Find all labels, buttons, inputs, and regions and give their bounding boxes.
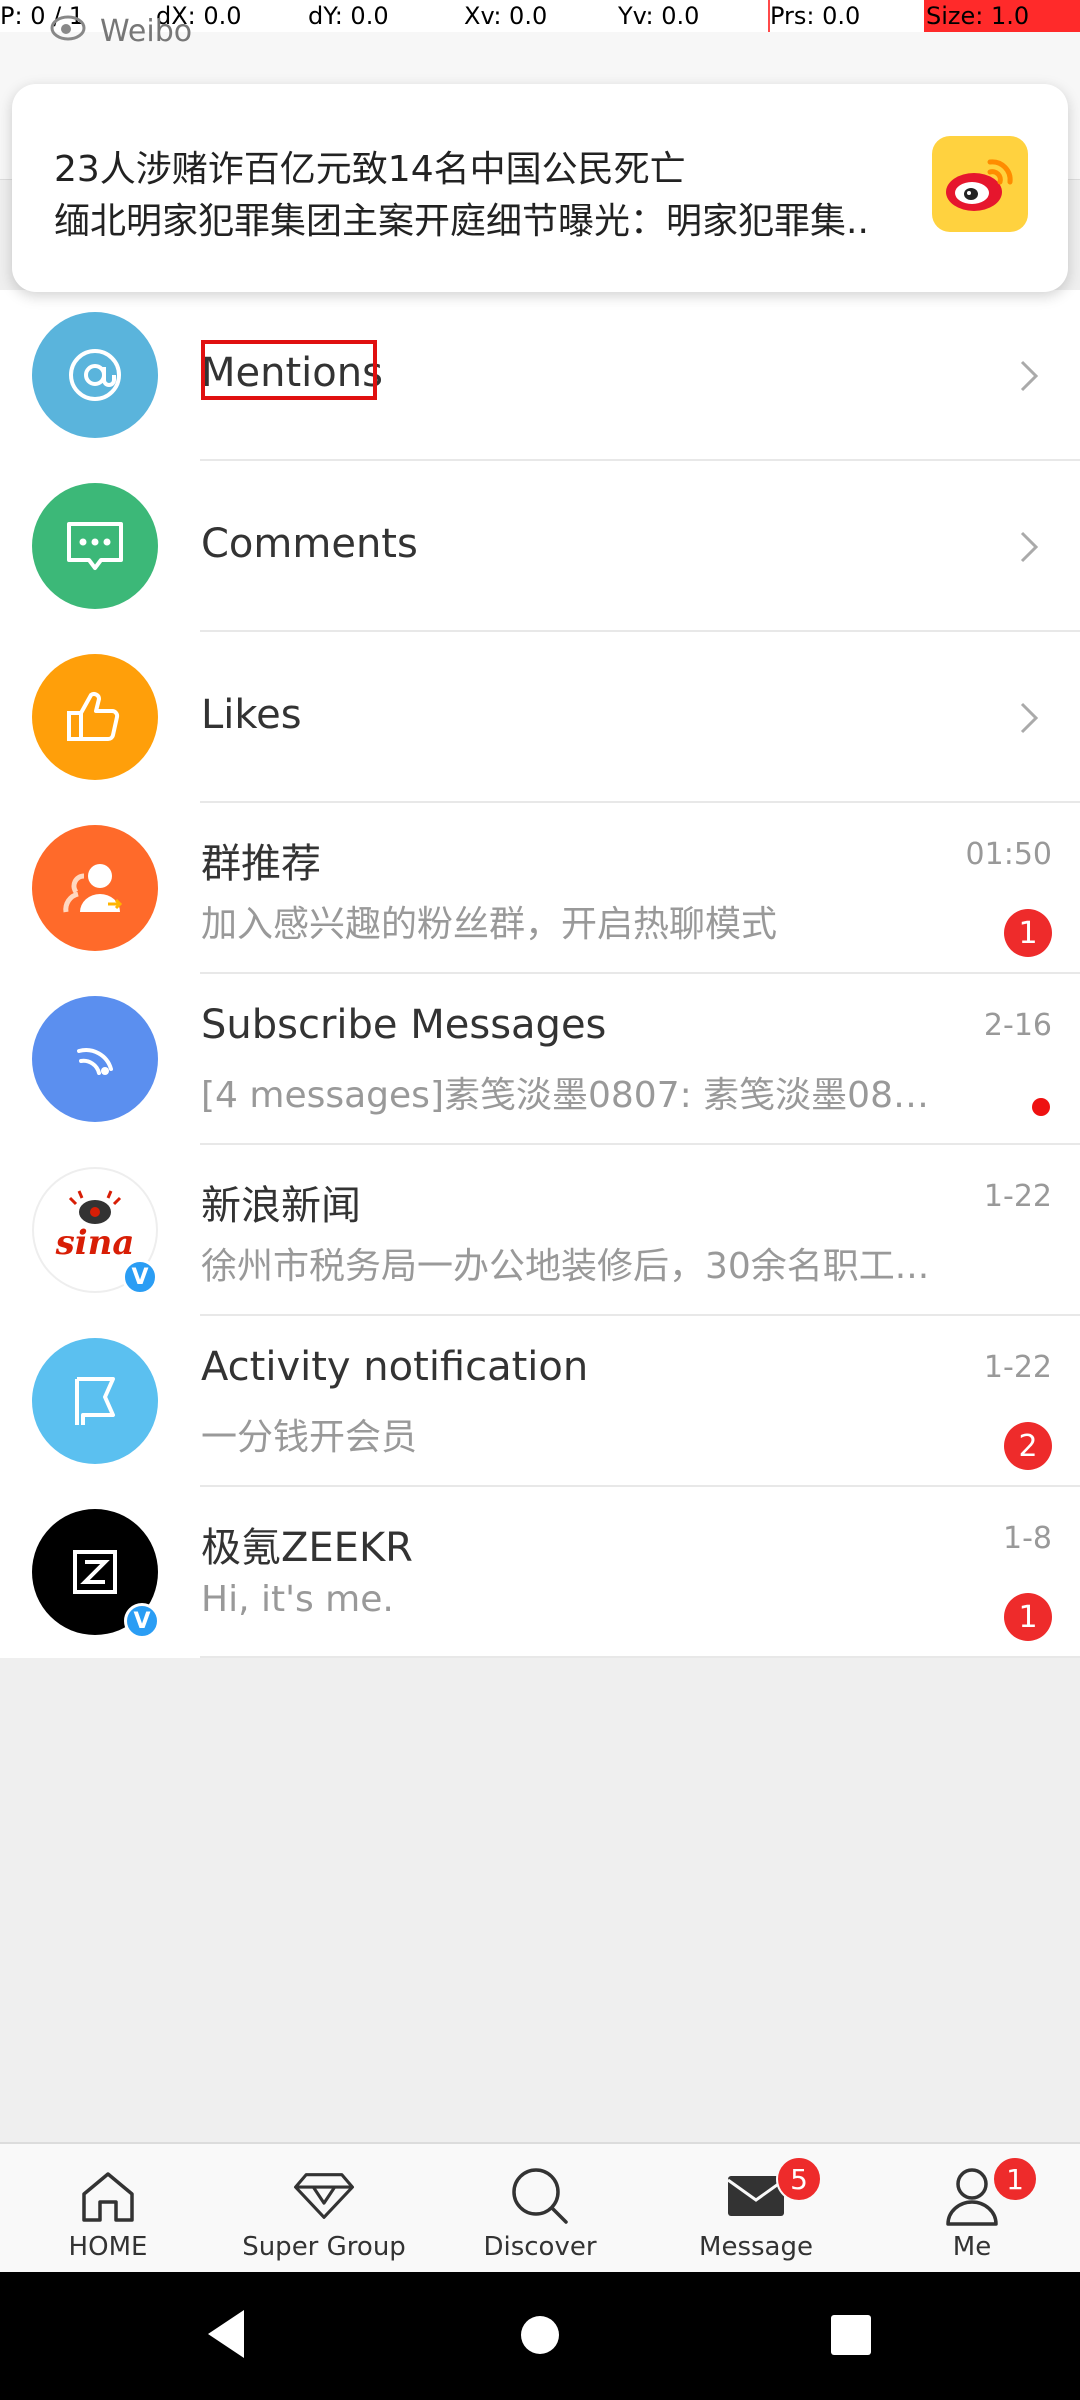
tab-badge: 1 — [992, 2156, 1038, 2202]
tab-discover[interactable]: Discover — [432, 2144, 648, 2274]
overlay-dy: dY: 0.0 — [308, 2, 389, 30]
list-item-comments[interactable]: Comments — [0, 461, 1080, 632]
notification-body: 缅北明家犯罪集团主案开庭细节曝光：明家犯罪集.. — [54, 201, 869, 242]
comment-icon — [32, 483, 158, 609]
unread-badge: 1 — [1004, 909, 1052, 957]
tab-home[interactable]: HOME — [0, 2144, 216, 2274]
overlay-xv: Xv: 0.0 — [464, 2, 548, 30]
verified-badge: V — [122, 1259, 158, 1295]
system-navigation-bar — [0, 2272, 1080, 2400]
list-item-title: 新浪新闻 — [201, 1183, 361, 1229]
svg-text:sina: sina — [55, 1223, 135, 1263]
thumbs-up-icon — [32, 654, 158, 780]
back-icon[interactable] — [204, 2306, 248, 2362]
tab-badge: 5 — [776, 2156, 822, 2202]
tab-label: Me — [952, 2232, 992, 2262]
chevron-right-icon — [1020, 360, 1039, 392]
verified-badge: V — [124, 1603, 160, 1639]
rss-icon — [32, 996, 158, 1122]
flag-icon — [32, 1338, 158, 1464]
list-item-time: 1-8 — [1003, 1521, 1052, 1556]
tab-label: Super Group — [242, 2232, 406, 2262]
tab-super-group[interactable]: Super Group — [216, 2144, 432, 2274]
list-item-subtitle: 徐州市税务局一办公地装修后，30余名职工... — [201, 1246, 930, 1287]
weibo-eye-icon — [50, 12, 86, 50]
group-icon — [32, 825, 158, 951]
list-item-subtitle: 加入感兴趣的粉丝群，开启热聊模式 — [201, 904, 778, 945]
list-item-time: 1-22 — [983, 1350, 1052, 1385]
list-item-title: Likes — [201, 692, 302, 738]
list-item-time: 2-16 — [983, 1008, 1052, 1043]
sina-logo-icon: sina V — [32, 1167, 158, 1295]
highlight-box — [201, 340, 377, 400]
divider — [200, 1656, 1080, 1658]
list-item-subtitle: [4 messages]素笺淡墨0807: 素笺淡墨0807 ... — [201, 1075, 941, 1116]
at-icon — [32, 312, 158, 438]
list-item-activity-notification[interactable]: Activity notification 一分钱开会员 1-22 2 — [0, 1316, 1080, 1487]
list-item-zeekr[interactable]: V 极氪ZEEKR Hi, it's me. 1-8 1 — [0, 1487, 1080, 1658]
app-label-text: Weibo — [100, 13, 193, 49]
unread-badge: 1 — [1004, 1593, 1052, 1641]
list-item-subtitle: Hi, it's me. — [201, 1579, 394, 1620]
zeekr-logo-icon: V — [32, 1509, 160, 1639]
chevron-right-icon — [1020, 702, 1039, 734]
recents-icon[interactable] — [830, 2314, 872, 2356]
chevron-right-icon — [1020, 531, 1039, 563]
list-item-subscribe-messages[interactable]: Subscribe Messages [4 messages]素笺淡墨0807:… — [0, 974, 1080, 1145]
app-label: Weibo — [50, 12, 192, 50]
unread-badge: 2 — [1004, 1422, 1052, 1470]
home-icon — [76, 2166, 140, 2226]
home-circle-icon[interactable] — [519, 2314, 561, 2356]
overlay-yv: Yv: 0.0 — [618, 2, 700, 30]
tab-label: Message — [699, 2232, 813, 2262]
list-item-likes[interactable]: Likes — [0, 632, 1080, 803]
list-item-mentions[interactable]: Mentions — [0, 290, 1080, 461]
notification-title: 23人涉赌诈百亿元致14名中国公民死亡 — [54, 149, 686, 190]
heads-up-notification[interactable]: 23人涉赌诈百亿元致14名中国公民死亡 缅北明家犯罪集团主案开庭细节曝光：明家犯… — [12, 84, 1068, 292]
search-icon — [508, 2166, 572, 2226]
message-list: Mentions Comments Likes 群推荐 加入感兴趣的粉丝群，开启… — [0, 290, 1080, 1658]
tab-message[interactable]: Message 5 — [648, 2144, 864, 2274]
list-item-title: Comments — [201, 521, 418, 567]
list-item-time: 01:50 — [965, 837, 1052, 872]
unread-dot — [1032, 1098, 1050, 1116]
list-item-title: Activity notification — [201, 1344, 589, 1390]
overlay-size: Size: 1.0 — [926, 2, 1030, 30]
tab-me[interactable]: Me 1 — [864, 2144, 1080, 2274]
overlay-pressure: Prs: 0.0 — [770, 2, 861, 30]
screen: Weibo P: 0 / 1 dX: 0.0 dY: 0.0 Xv: 0.0 Y… — [0, 0, 1080, 2400]
tab-label: Discover — [483, 2232, 597, 2262]
list-item-subtitle: 一分钱开会员 — [201, 1417, 418, 1458]
list-item-time: 1-22 — [983, 1179, 1052, 1214]
list-item-group-recommend[interactable]: 群推荐 加入感兴趣的粉丝群，开启热聊模式 01:50 1 — [0, 803, 1080, 974]
list-item-sina-news[interactable]: sina V 新浪新闻 徐州市税务局一办公地装修后，30余名职工... 1-22 — [0, 1145, 1080, 1316]
list-item-title: Subscribe Messages — [201, 1002, 607, 1048]
tab-label: HOME — [68, 2232, 148, 2262]
weibo-logo-icon — [932, 136, 1028, 232]
diamond-icon — [292, 2166, 356, 2226]
list-item-title: 群推荐 — [201, 841, 321, 887]
bottom-tab-bar: HOME Super Group Discover Message 5 Me 1 — [0, 2142, 1080, 2272]
list-item-title: 极氪ZEEKR — [201, 1525, 413, 1571]
